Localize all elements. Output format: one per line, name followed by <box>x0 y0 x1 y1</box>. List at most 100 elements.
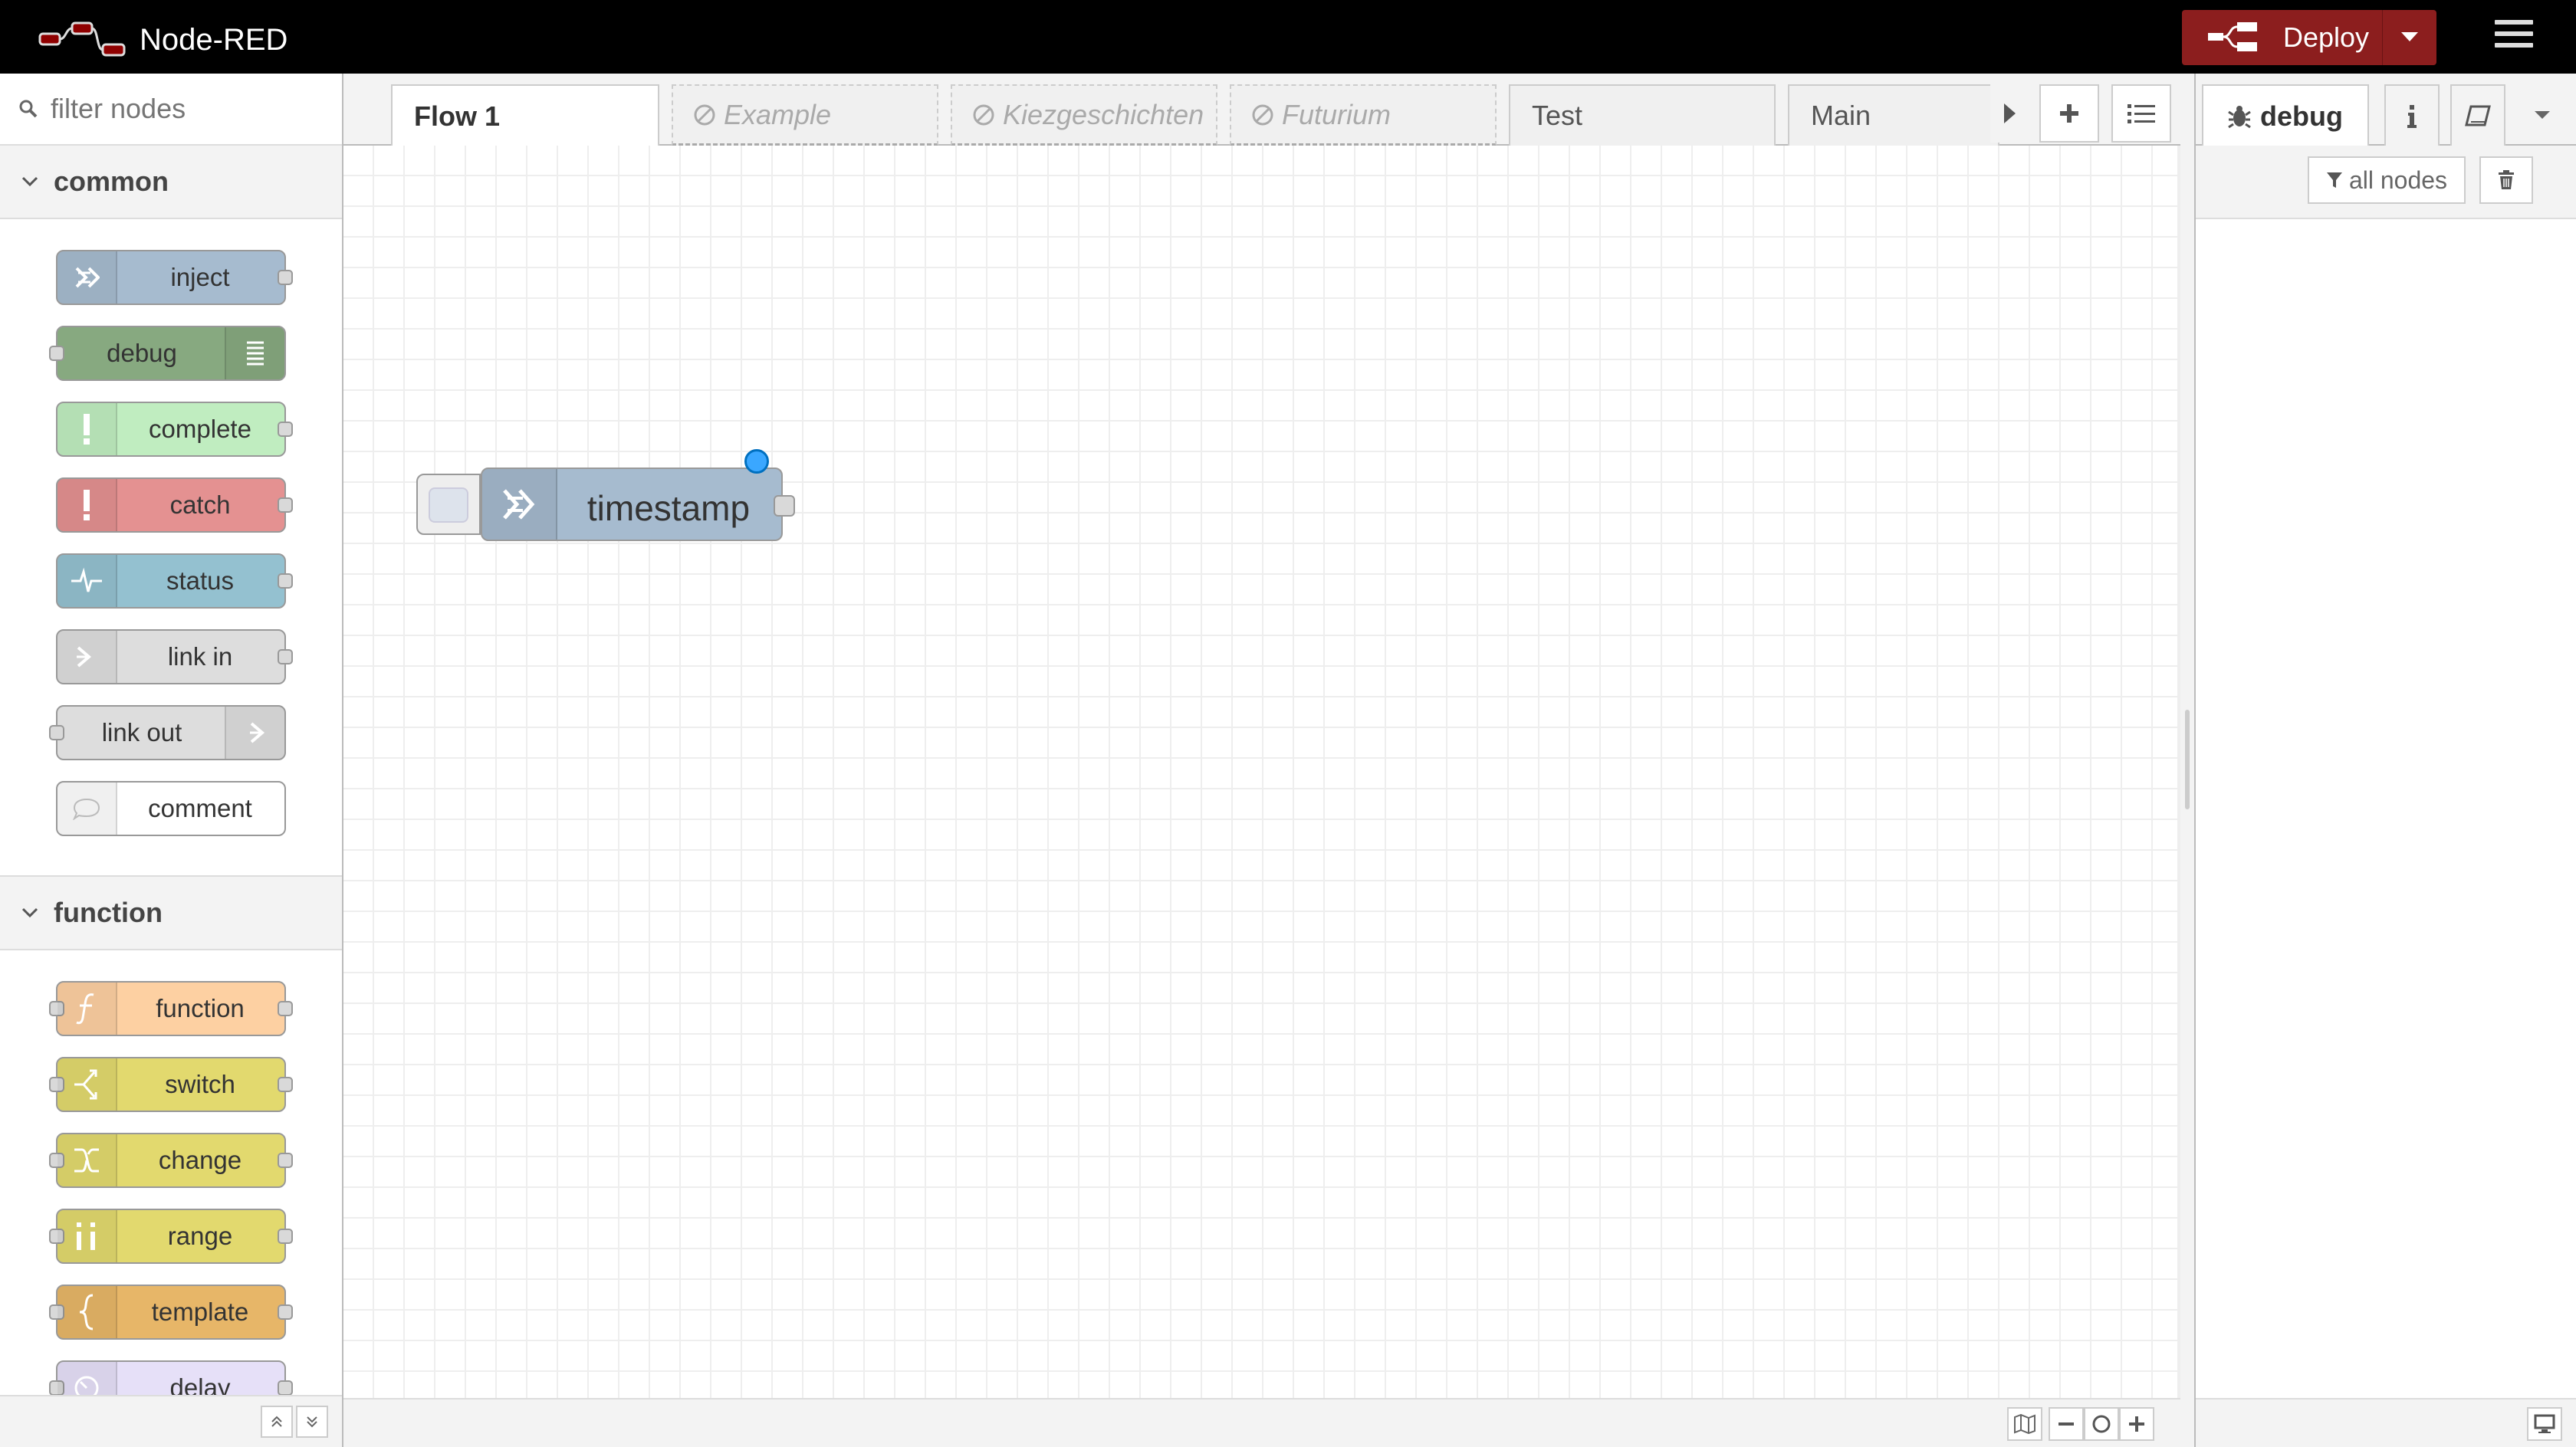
palette-node-comment[interactable]: comment <box>56 781 286 836</box>
arrow-in-icon <box>482 469 557 540</box>
header-bar: Node-RED Deploy <box>0 0 2576 74</box>
output-port <box>278 1001 293 1016</box>
palette-footer <box>0 1395 342 1447</box>
palette-node-catch[interactable]: catch <box>56 477 293 533</box>
palette-node-inject[interactable]: inject <box>56 250 293 305</box>
collapse-all-button[interactable] <box>261 1406 293 1438</box>
palette-node-label: function <box>156 994 245 1022</box>
palette-node-debug[interactable]: debug <box>49 326 286 381</box>
deploy-label: Deploy <box>2283 21 2370 53</box>
double-chevron-up-icon <box>271 1416 282 1427</box>
list-icon <box>225 327 284 379</box>
main-menu-button[interactable] <box>2495 20 2533 54</box>
palette-node-label: switch <box>165 1070 235 1098</box>
category-header-function[interactable]: function <box>0 877 342 950</box>
palette-node-status[interactable]: status <box>56 553 293 609</box>
sidebar-tab-info[interactable] <box>2384 84 2440 147</box>
output-port <box>278 649 293 664</box>
clear-debug-button[interactable] <box>2479 156 2533 204</box>
pulse-icon <box>58 555 117 607</box>
bug-icon <box>2228 106 2251 129</box>
map-icon <box>2014 1414 2036 1434</box>
info-icon <box>2407 105 2417 128</box>
app-logo: Node-RED <box>38 20 288 60</box>
sidebar: debug all nodes <box>2194 74 2576 1447</box>
deploy-button[interactable]: Deploy <box>2182 10 2382 65</box>
inject-trigger-button[interactable] <box>416 474 481 535</box>
chevron-down-icon <box>21 907 38 918</box>
trash-icon <box>2499 170 2514 189</box>
category-header-common[interactable]: common <box>0 146 342 219</box>
debug-panel: all nodes <box>2196 146 2576 1398</box>
caret-down-icon <box>2401 32 2419 41</box>
hamburger-icon <box>2495 20 2533 25</box>
tab-example[interactable]: Example <box>672 84 938 146</box>
palette-node-complete[interactable]: complete <box>56 402 293 457</box>
tab-futurium[interactable]: Futurium <box>1230 84 1497 146</box>
output-port <box>278 422 293 437</box>
caret-down-icon <box>2535 111 2550 119</box>
tab-test[interactable]: Test <box>1509 84 1776 146</box>
comment-icon <box>58 783 117 835</box>
hamburger-icon-bar <box>2495 31 2533 36</box>
exclamation-icon <box>58 403 117 455</box>
output-port <box>278 1229 293 1244</box>
open-debug-window-button[interactable] <box>2527 1407 2562 1441</box>
output-port[interactable] <box>774 495 795 517</box>
navigator-button[interactable] <box>2007 1407 2042 1441</box>
zoom-in-button[interactable] <box>2119 1407 2154 1441</box>
minus-icon <box>2058 1422 2074 1426</box>
palette-node-label: link in <box>167 642 233 671</box>
palette-node-link-in[interactable]: link in <box>56 629 293 684</box>
palette-search-input[interactable] <box>49 92 328 126</box>
flow-node-timestamp[interactable]: timestamp <box>416 449 795 541</box>
category-body-function: function switch change range template de… <box>0 950 342 1447</box>
filter-icon <box>2326 172 2342 188</box>
palette-node-label: debug <box>107 339 177 367</box>
debug-toolbar: all nodes <box>2196 146 2576 219</box>
sidebar-tabs: debug <box>2196 74 2576 147</box>
disabled-icon <box>1252 104 1273 125</box>
zoom-out-button[interactable] <box>2049 1407 2084 1441</box>
palette-node-range[interactable]: range <box>49 1209 293 1264</box>
add-flow-button[interactable] <box>2039 84 2099 143</box>
list-flows-button[interactable] <box>2111 84 2171 143</box>
scroll-tabs-right-button[interactable] <box>1990 84 2029 143</box>
node-label: timestamp <box>586 488 751 528</box>
palette-node-function[interactable]: function <box>49 981 293 1036</box>
palette-node-link-out[interactable]: link out <box>49 705 286 760</box>
tab-label: Test <box>1532 100 1583 131</box>
sidebar-tabs-menu-button[interactable] <box>2518 84 2567 147</box>
hamburger-icon-bar <box>2495 43 2533 48</box>
palette-search <box>0 74 342 146</box>
search-icon <box>19 100 38 118</box>
sidebar-tab-help[interactable] <box>2450 84 2505 147</box>
palette-node-change[interactable]: change <box>49 1133 293 1188</box>
workspace-footer <box>343 1398 2180 1447</box>
palette-node-switch[interactable]: switch <box>49 1057 293 1112</box>
output-port <box>278 1380 293 1396</box>
tab-flow-1[interactable]: Flow 1 <box>391 84 659 147</box>
output-port <box>278 1153 293 1168</box>
category-title: common <box>54 166 169 197</box>
sidebar-tab-label: debug <box>2260 100 2343 132</box>
debug-filter-button[interactable]: all nodes <box>2308 156 2466 204</box>
link-out-icon <box>225 707 284 759</box>
monitor-icon <box>2534 1414 2555 1433</box>
output-port <box>278 1077 293 1092</box>
zoom-reset-button[interactable] <box>2084 1407 2119 1441</box>
tab-main[interactable]: Main <box>1788 84 1999 146</box>
tab-label: Flow 1 <box>414 100 501 132</box>
disabled-icon <box>973 104 994 125</box>
expand-all-button[interactable] <box>296 1406 328 1438</box>
shuffle-icon <box>58 1134 117 1186</box>
debug-filter-label: all nodes <box>2348 166 2448 194</box>
palette-node-template[interactable]: template <box>49 1285 293 1340</box>
flow-canvas[interactable]: timestamp <box>343 146 2180 1398</box>
arrow-in-icon <box>58 251 117 304</box>
deploy-options-button[interactable] <box>2382 10 2436 65</box>
node-red-logo-icon <box>38 21 126 57</box>
sidebar-tab-debug[interactable]: debug <box>2202 84 2369 147</box>
sidebar-resize-handle[interactable] <box>2180 74 2194 1447</box>
tab-kiezgeschichten[interactable]: Kiezgeschichten <box>951 84 1217 146</box>
